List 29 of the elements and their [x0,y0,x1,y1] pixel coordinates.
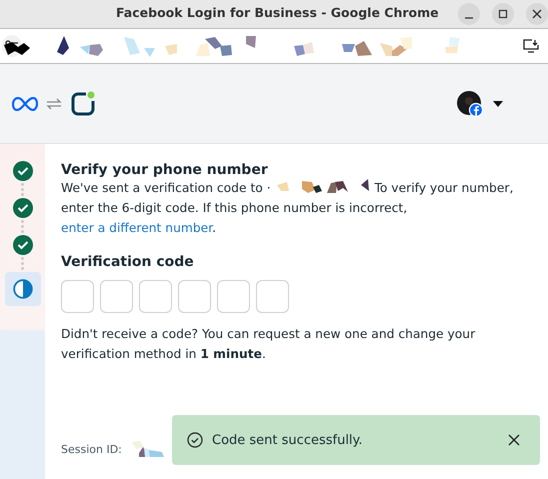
window-title: Facebook Login for Business - Google Chrome [116,5,439,20]
minimize-button[interactable] [458,3,480,25]
close-button[interactable] [526,3,548,25]
app-logo-icon [70,90,96,116]
session-label: Session ID: [61,443,122,456]
avatar-icon [457,90,483,116]
heading: Verify your phone number [61,162,269,178]
code-digit-field[interactable] [217,280,250,313]
caret-icon [492,100,504,108]
close-icon [532,9,542,19]
code-digit-field[interactable] [139,280,172,313]
close-icon[interactable] [508,434,520,446]
code-digit-field[interactable] [178,280,211,313]
infinity-logo-icon [12,96,38,110]
maximize-button[interactable] [492,3,514,25]
check-circle-icon [187,432,203,448]
account-menu-button[interactable] [457,90,504,116]
swap-arrows-icon [45,96,63,112]
code-digit-field[interactable] [100,280,133,313]
maximize-icon [498,9,508,19]
field-label: Verification code [61,254,195,270]
code-digit-field[interactable] [61,280,94,313]
different-number-link[interactable]: enter a different number [61,221,212,235]
redaction-drawing [132,441,166,458]
minimize-icon [465,17,473,19]
resend-text: Didn't receive a code? You can request a new one and change your verification method in 1 minute. [61,326,476,363]
toast-message: Code sent successfully. [212,432,363,448]
instruction-text: We've sent a verification code to · To verify your number, enter the 6-digit code. If this phone number is incorrect, enter a different number. [61,178,514,237]
code-digit-field[interactable] [256,280,289,313]
